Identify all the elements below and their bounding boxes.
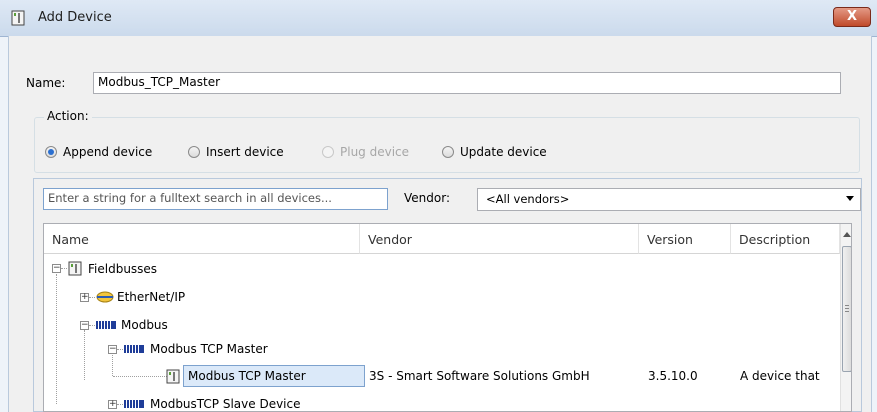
grip-line — [845, 308, 849, 309]
tree-item-label: ModbusTCP Slave Device — [150, 397, 301, 411]
update-device-label: Update device — [460, 145, 547, 159]
insert-device-radio[interactable]: Insert device — [188, 145, 284, 159]
name-label: Name: — [26, 76, 66, 90]
ethernet-ip-icon — [96, 291, 114, 303]
dropdown-arrow-icon — [846, 196, 854, 201]
tree-item-label: Modbus TCP Master — [150, 342, 268, 356]
column-header-vendor[interactable]: Vendor — [360, 224, 639, 254]
vendor-cell: 3S - Smart Software Solutions GmbH — [369, 369, 590, 383]
vendor-dropdown[interactable]: <All vendors> — [477, 188, 861, 211]
expand-icon[interactable]: + — [108, 400, 117, 409]
tree-item-label: Modbus TCP Master — [188, 369, 306, 383]
column-header-description[interactable]: Description — [731, 224, 840, 254]
column-header-name[interactable]: Name — [44, 224, 360, 254]
plug-device-label: Plug device — [340, 145, 410, 159]
radio-selected-icon — [45, 146, 57, 158]
fieldbus-bars-icon — [124, 400, 144, 408]
grip-line — [845, 311, 849, 312]
column-header-version[interactable]: Version — [639, 224, 731, 254]
tree-line — [112, 355, 114, 376]
vertical-scrollbar[interactable] — [840, 224, 851, 411]
tree-line — [61, 268, 67, 270]
tree-item-label: Modbus — [121, 318, 168, 332]
device-folder-icon — [68, 261, 82, 276]
radio-icon — [442, 146, 454, 158]
title-bar[interactable]: Add Device X — [0, 0, 877, 37]
tree-item-label: Fieldbusses — [88, 262, 158, 276]
vendor-selected-value: <All vendors> — [486, 192, 570, 206]
tree-line — [113, 376, 167, 378]
tree-line — [84, 330, 86, 380]
collapse-icon[interactable]: − — [80, 321, 89, 330]
tree-line — [117, 349, 123, 351]
close-button[interactable]: X — [833, 7, 871, 27]
append-device-radio[interactable]: Append device — [45, 145, 152, 159]
fieldbus-bars-icon — [96, 321, 116, 329]
update-device-radio[interactable]: Update device — [442, 145, 547, 159]
device-icon — [11, 10, 25, 26]
action-title: Action: — [44, 109, 92, 123]
tree-item-label: EtherNet/IP — [117, 290, 186, 304]
expand-icon[interactable]: + — [80, 293, 89, 302]
collapse-icon[interactable]: − — [108, 345, 117, 354]
dialog-title: Add Device — [38, 10, 112, 25]
fulltext-search-input[interactable]: Enter a string for a fulltext search in … — [43, 188, 388, 210]
version-cell: 3.5.10.0 — [648, 369, 698, 383]
scroll-up-arrow-icon[interactable] — [843, 232, 851, 237]
device-tree: Name Vendor Version Description − Fieldb… — [43, 223, 852, 412]
plug-device-radio: Plug device — [322, 145, 409, 159]
insert-device-label: Insert device — [206, 145, 284, 159]
radio-icon — [188, 146, 200, 158]
grip-line — [845, 305, 849, 306]
device-icon — [166, 369, 180, 384]
scroll-thumb[interactable] — [842, 246, 851, 372]
radio-disabled-icon — [322, 146, 334, 158]
tree-line — [89, 297, 95, 299]
add-device-dialog: Add Device X Name: Modbus_TCP_Master Act… — [0, 0, 877, 412]
name-input[interactable]: Modbus_TCP_Master — [93, 72, 841, 94]
description-cell: A device that — [740, 369, 820, 383]
fieldbus-bars-icon — [124, 345, 144, 353]
tree-line — [89, 325, 95, 327]
tree-line — [56, 274, 58, 404]
tree-line — [117, 404, 123, 406]
vendor-label: Vendor: — [404, 191, 450, 205]
collapse-icon[interactable]: − — [52, 264, 61, 273]
append-device-label: Append device — [63, 145, 153, 159]
